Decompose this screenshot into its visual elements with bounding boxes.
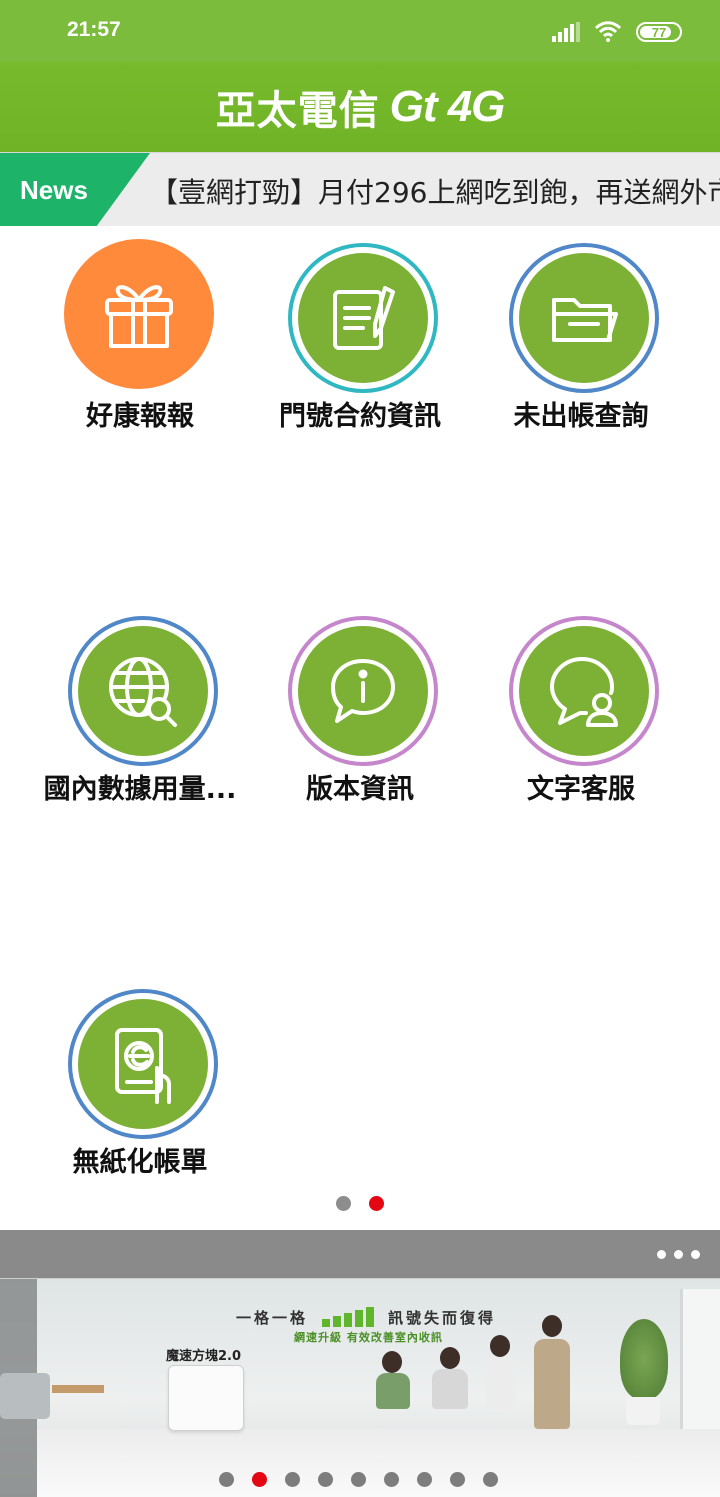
- tile-ring: [509, 243, 659, 393]
- status-icons: 77: [552, 18, 682, 46]
- app-header: 亞太電信 Gt 4G: [0, 62, 720, 152]
- menu-tile-paperless-bill[interactable]: 無紙化帳單: [30, 989, 250, 1179]
- slide-dot[interactable]: [219, 1472, 234, 1487]
- product-illustration: [168, 1365, 244, 1431]
- tile-ring: [288, 616, 438, 766]
- battery-level: 77: [651, 24, 667, 40]
- banner-window: [680, 1289, 720, 1439]
- menu-tile-unbilled[interactable]: 未出帳查詢: [471, 243, 691, 433]
- banner-headline: 一格一格 訊號失而復得: [236, 1306, 497, 1328]
- menu-tile-label: 好康報報: [86, 401, 194, 432]
- menu-tile-data-usage[interactable]: 國內數據用量...: [30, 616, 250, 806]
- info-bubble-icon: [298, 626, 428, 756]
- table-illustration: [52, 1385, 104, 1393]
- chat-user-icon: [519, 626, 649, 756]
- gift-icon: [64, 239, 214, 389]
- menu-tile-chat-support[interactable]: 文字客服: [471, 616, 691, 806]
- slide-dot[interactable]: [417, 1472, 432, 1487]
- menu-tile-label: 無紙化帳單: [72, 1147, 208, 1178]
- news-tag: News: [20, 175, 88, 205]
- tile-ring: [509, 616, 659, 766]
- banner-carousel-indicator: [219, 1472, 498, 1487]
- slide-dot[interactable]: [450, 1472, 465, 1487]
- plant-illustration: [620, 1319, 668, 1399]
- page-dot-1[interactable]: [336, 1196, 351, 1211]
- menu-tile-promotions[interactable]: 好康報報: [30, 239, 250, 433]
- page-dot-2-active[interactable]: [369, 1196, 384, 1211]
- sofa-illustration: [0, 1373, 50, 1419]
- banner-headline-right: 訊號失而復得: [388, 1309, 497, 1327]
- slide-dot-active[interactable]: [252, 1472, 267, 1487]
- person-head: [490, 1335, 510, 1357]
- menu-tile-label: 國內數據用量...: [43, 774, 237, 805]
- status-time: 21:57: [67, 18, 121, 41]
- person-illustration: [432, 1369, 468, 1409]
- banner-headline-left: 一格一格: [236, 1309, 309, 1327]
- news-text[interactable]: 【壹網打勁】月付296上網吃到飽，再送網外市話: [150, 171, 720, 211]
- person-head: [382, 1351, 402, 1373]
- tile-ring: [68, 616, 218, 766]
- person-illustration: [376, 1373, 410, 1409]
- slide-dot[interactable]: [483, 1472, 498, 1487]
- menu-tile-label: 文字客服: [527, 774, 635, 805]
- banner-product-name: 魔速方塊2.0: [166, 1349, 242, 1364]
- slide-dot[interactable]: [351, 1472, 366, 1487]
- slide-dot[interactable]: [285, 1472, 300, 1487]
- banner-subline: 網速升級 有效改善室內收訊: [294, 1331, 443, 1344]
- person-illustration: [534, 1339, 570, 1429]
- menu-tile-label: 版本資訊: [306, 774, 414, 805]
- news-ticker[interactable]: News 【壹網打勁】月付296上網吃到飽，再送網外市話: [0, 152, 720, 226]
- banner-strip: [0, 1230, 720, 1278]
- tile-ring: [288, 243, 438, 393]
- status-bar: 21:57 77: [0, 0, 720, 62]
- person-head: [440, 1347, 460, 1369]
- folder-icon: [519, 253, 649, 383]
- pot-illustration: [626, 1397, 660, 1425]
- battery-icon: 77: [636, 22, 682, 42]
- e-bill-tablet-icon: [78, 999, 208, 1129]
- tile-ring: [68, 989, 218, 1139]
- slide-dot[interactable]: [318, 1472, 333, 1487]
- signal-bars-icon: [322, 1306, 375, 1327]
- person-illustration: [486, 1355, 516, 1409]
- brand-logo: Gt 4G: [389, 82, 506, 131]
- menu-page-indicator: [336, 1196, 384, 1211]
- globe-search-icon: [78, 626, 208, 756]
- document-pen-icon: [298, 253, 428, 383]
- menu-tile-label: 門號合約資訊: [279, 401, 441, 432]
- wifi-icon: [594, 21, 622, 42]
- promo-banner[interactable]: 一格一格 訊號失而復得 網速升級 有效改善室內收訊 魔速方塊2.0: [0, 1278, 720, 1497]
- person-head: [542, 1315, 562, 1337]
- brand-name: 亞太電信: [215, 88, 380, 134]
- more-options-icon[interactable]: [657, 1250, 700, 1259]
- slide-dot[interactable]: [384, 1472, 399, 1487]
- menu-tile-label: 未出帳查詢: [513, 401, 649, 432]
- tile-ring: [64, 239, 218, 393]
- menu-tile-version[interactable]: 版本資訊: [250, 616, 470, 806]
- signal-icon: [552, 22, 580, 42]
- menu-tile-contract[interactable]: 門號合約資訊: [250, 243, 470, 433]
